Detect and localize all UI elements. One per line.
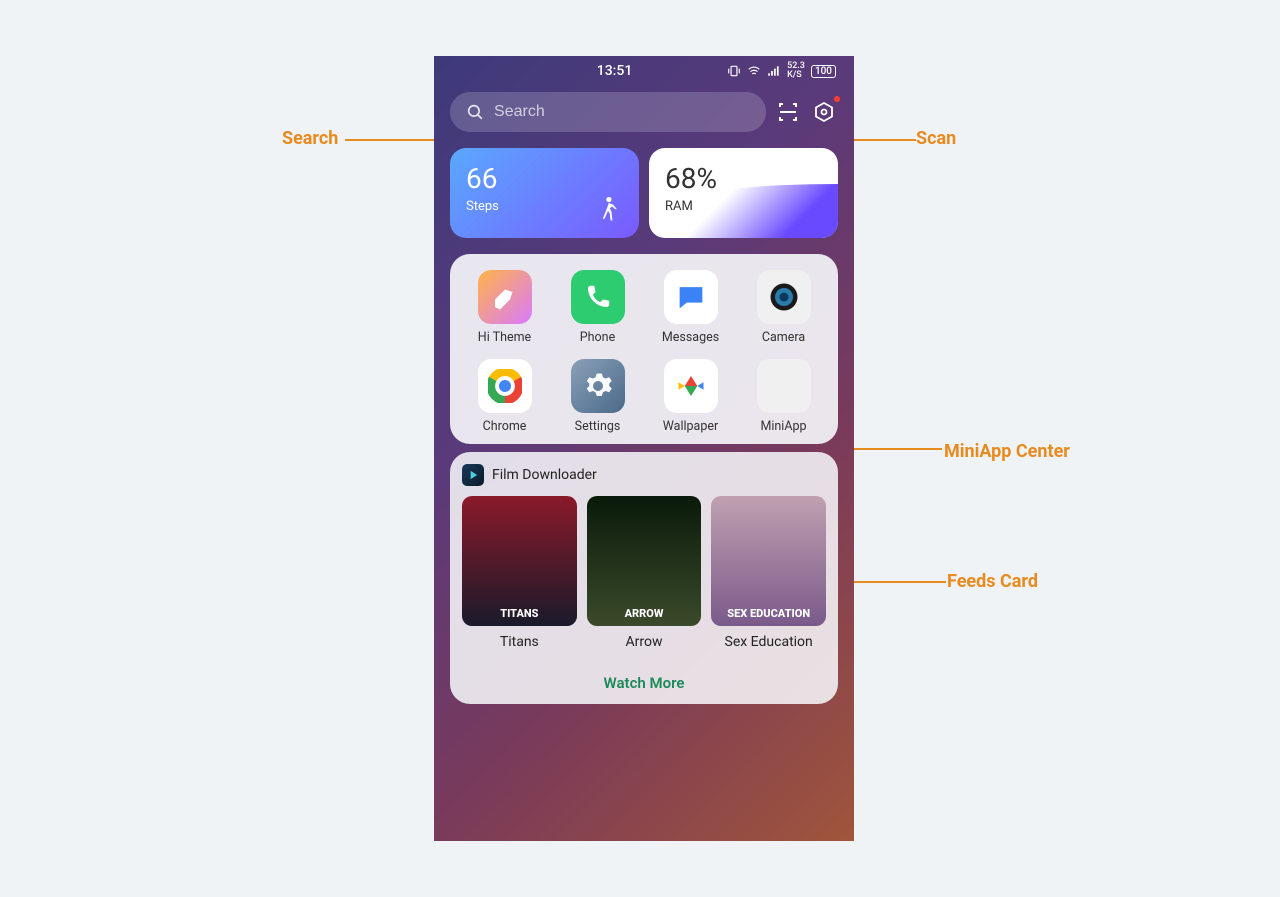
scan-icon xyxy=(776,100,800,124)
walk-icon xyxy=(597,196,619,224)
status-time: 13:51 xyxy=(452,63,727,79)
movie-title: Arrow xyxy=(587,634,702,650)
mini-icon xyxy=(757,359,811,413)
hex-icon xyxy=(812,100,836,124)
annot-search-label: Search xyxy=(282,128,338,149)
app-label: Camera xyxy=(762,330,805,345)
signal-icon xyxy=(767,64,781,78)
feeds-title: Film Downloader xyxy=(492,467,597,483)
movie-item[interactable]: TITANS Titans xyxy=(462,496,577,650)
movie-poster: SEX EDUCATION xyxy=(711,496,826,626)
movies-row: TITANS Titans ARROW Arrow SEX EDUCATION Sex E… xyxy=(462,496,826,650)
app-label: Chrome xyxy=(483,419,527,434)
movie-title: Sex Education xyxy=(711,634,826,650)
cam-icon xyxy=(757,270,811,324)
app-label: Phone xyxy=(580,330,615,345)
ram-label: RAM xyxy=(665,199,822,214)
movie-poster: TITANS xyxy=(462,496,577,626)
film-icon xyxy=(462,464,484,486)
scan-button[interactable] xyxy=(774,98,802,126)
search-icon xyxy=(466,102,484,122)
hex-button[interactable] xyxy=(810,98,838,126)
msg-icon xyxy=(664,270,718,324)
app-grid: Hi Theme Phone Messages Camera Chrome Setting… xyxy=(462,270,826,434)
status-bar: 13:51 52.3K/S 100 xyxy=(434,56,854,84)
app-wall[interactable]: Wallpaper xyxy=(648,359,733,434)
wall-icon xyxy=(664,359,718,413)
widgets-row: 66 Steps 68% RAM xyxy=(434,140,854,246)
movie-poster: ARROW xyxy=(587,496,702,626)
search-input[interactable] xyxy=(494,103,750,121)
vibrate-icon xyxy=(727,64,741,78)
top-row xyxy=(434,84,854,140)
apps-card: Hi Theme Phone Messages Camera Chrome Setting… xyxy=(450,254,838,444)
watch-more-button[interactable]: Watch More xyxy=(462,674,826,692)
theme-icon xyxy=(478,270,532,324)
app-msg[interactable]: Messages xyxy=(648,270,733,345)
wifi-icon xyxy=(747,64,761,78)
movie-title: Titans xyxy=(462,634,577,650)
app-settings[interactable]: Settings xyxy=(555,359,640,434)
annot-feeds-label: Feeds Card xyxy=(947,571,1038,592)
app-theme[interactable]: Hi Theme xyxy=(462,270,547,345)
ram-widget[interactable]: 68% RAM xyxy=(649,148,838,238)
status-icons: 52.3K/S 100 xyxy=(727,62,836,80)
app-chrome[interactable]: Chrome xyxy=(462,359,547,434)
steps-value: 66 xyxy=(466,162,623,195)
annot-scan-label: Scan xyxy=(916,128,956,149)
app-label: Settings xyxy=(575,419,621,434)
chrome-icon xyxy=(478,359,532,413)
notification-dot xyxy=(834,96,840,102)
feeds-header: Film Downloader xyxy=(462,464,826,486)
feeds-card[interactable]: Film Downloader TITANS Titans ARROW Arrow SE… xyxy=(450,452,838,704)
app-label: Messages xyxy=(662,330,719,345)
app-label: MiniApp xyxy=(760,419,806,434)
steps-widget[interactable]: 66 Steps xyxy=(450,148,639,238)
ram-value: 68% xyxy=(665,162,822,195)
app-mini[interactable]: MiniApp xyxy=(741,359,826,434)
movie-item[interactable]: ARROW Arrow xyxy=(587,496,702,650)
movie-item[interactable]: SEX EDUCATION Sex Education xyxy=(711,496,826,650)
app-phone[interactable]: Phone xyxy=(555,270,640,345)
annot-miniapp-label: MiniApp Center xyxy=(944,439,1070,464)
app-cam[interactable]: Camera xyxy=(741,270,826,345)
phone-frame: 13:51 52.3K/S 100 66 Steps 68% R xyxy=(434,56,854,841)
app-label: Hi Theme xyxy=(478,330,531,345)
battery-indicator: 100 xyxy=(811,65,836,78)
app-label: Wallpaper xyxy=(663,419,718,434)
phone-icon xyxy=(571,270,625,324)
status-speed: 52.3K/S xyxy=(787,62,805,80)
settings-icon xyxy=(571,359,625,413)
search-box[interactable] xyxy=(450,92,766,132)
